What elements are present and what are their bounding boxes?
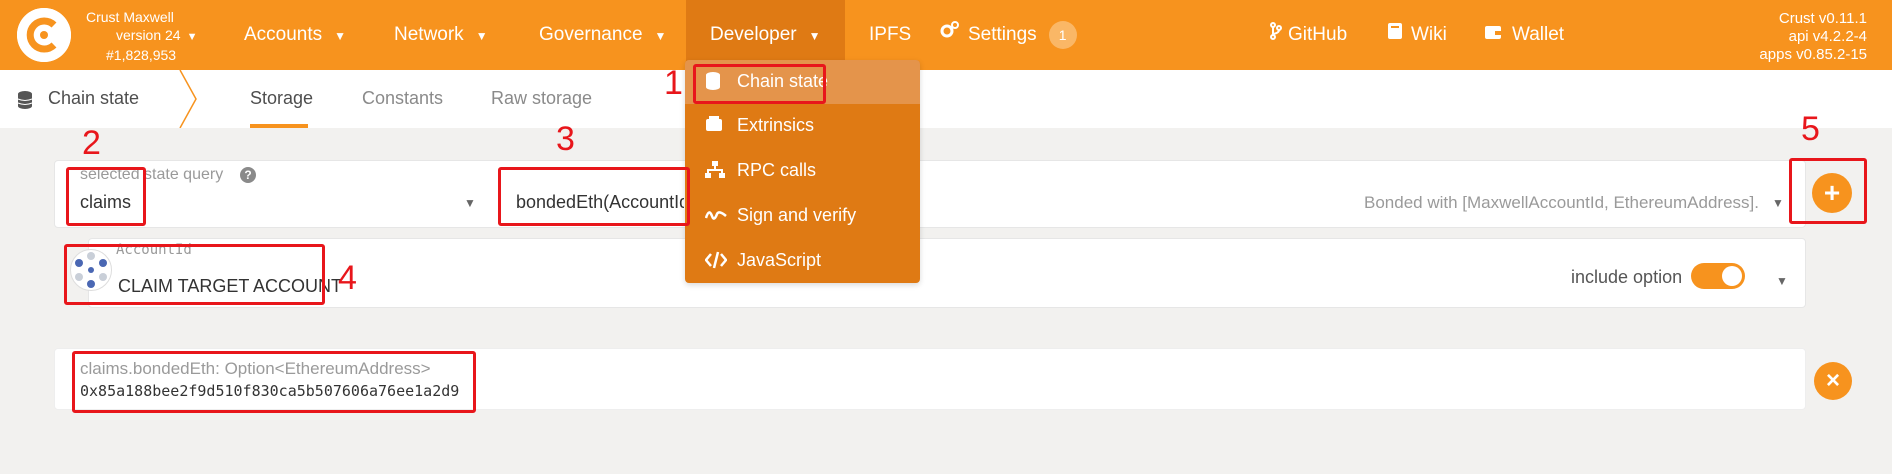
caret-down-icon: ▼: [475, 29, 488, 43]
nav-network-label: Network: [394, 24, 464, 45]
annotation-number-1: 1: [664, 64, 683, 102]
section-title: Chain state: [48, 88, 140, 108]
caret-down-icon[interactable]: ▼: [1776, 274, 1788, 288]
nav-governance[interactable]: Governance ▼: [539, 0, 666, 70]
gears-icon: [940, 0, 960, 70]
code-branch-icon: [1270, 0, 1282, 70]
nav-github[interactable]: GitHub: [1270, 0, 1347, 70]
nav-github-label: GitHub: [1288, 24, 1348, 46]
menu-item-label: JavaScript: [737, 250, 822, 270]
menu-item-extrinsics[interactable]: Extrinsics: [685, 104, 920, 148]
nav-settings[interactable]: Settings 1: [940, 0, 1077, 70]
code-icon: [704, 251, 728, 271]
annotation-box-1: [693, 64, 826, 104]
version-info: Crust v0.11.1 api v4.2.2-4 apps v0.85.2-…: [1759, 10, 1867, 64]
tab-constants[interactable]: Constants: [362, 88, 443, 109]
network-icon: [705, 161, 725, 181]
nav-wallet[interactable]: Wallet: [1484, 0, 1564, 70]
nav-wiki-label: Wiki: [1411, 24, 1447, 46]
annotation-number-5: 5: [1801, 110, 1820, 148]
nav-developer-label: Developer: [710, 24, 797, 45]
crust-logo[interactable]: [17, 8, 71, 62]
tab-raw-storage[interactable]: Raw storage: [491, 88, 592, 109]
caret-down-icon: ▼: [808, 29, 821, 43]
api-version: api v4.2.2-4: [1788, 28, 1867, 45]
annotation-box-result: [72, 351, 476, 413]
caret-down-icon: ▼: [464, 196, 476, 210]
include-option-toggle[interactable]: [1691, 263, 1745, 289]
nav-wallet-label: Wallet: [1512, 24, 1565, 46]
menu-item-javascript[interactable]: JavaScript: [685, 239, 920, 283]
top-navigation-bar: Crust Maxwell version 24 ▼ #1,828,953 Acc…: [0, 0, 1892, 70]
caret-down-icon: ▼: [1772, 196, 1784, 210]
nav-accounts-label: Accounts: [244, 24, 323, 45]
sub-navigation: Chain state Storage Constants Raw storag…: [0, 69, 1892, 129]
annotation-number-3: 3: [556, 120, 575, 158]
breadcrumb-chevron: [178, 69, 200, 133]
annotation-number-4: 4: [338, 259, 357, 297]
toggle-knob: [1722, 266, 1742, 286]
menu-item-label: Extrinsics: [737, 115, 815, 135]
menu-item-rpc-calls[interactable]: RPC calls: [685, 149, 920, 193]
menu-item-sign-and-verify[interactable]: Sign and verify: [685, 194, 920, 238]
annotation-box-5: [1789, 158, 1867, 224]
database-icon: [17, 91, 33, 114]
menu-item-label: Sign and verify: [737, 205, 857, 225]
caret-down-icon: ▼: [186, 31, 198, 43]
book-icon: [1387, 0, 1403, 70]
active-tab-indicator: [250, 124, 308, 128]
signature-icon: [704, 206, 727, 226]
nav-settings-label: Settings: [968, 24, 1037, 46]
method-description: Bonded with [MaxwellAccountId, EthereumA…: [1364, 193, 1759, 212]
menu-item-label: RPC calls: [737, 160, 817, 180]
nav-accounts[interactable]: Accounts ▼: [244, 0, 346, 70]
nav-governance-label: Governance: [539, 24, 643, 45]
remove-result-button[interactable]: ×: [1814, 362, 1852, 400]
envelope-icon: [705, 116, 725, 136]
chain-selector[interactable]: Crust Maxwell version 24 ▼ #1,828,953: [86, 8, 204, 64]
nav-wiki[interactable]: Wiki: [1387, 0, 1447, 70]
help-icon: ?: [240, 167, 256, 183]
annotation-box-2: [66, 167, 146, 226]
caret-down-icon: ▼: [334, 29, 347, 43]
annotation-number-2: 2: [82, 124, 101, 162]
settings-badge: 1: [1048, 21, 1077, 49]
annotation-box-3: [498, 167, 690, 226]
include-option-label: include option: [1571, 267, 1683, 287]
caret-down-icon: ▼: [654, 29, 667, 43]
nav-ipfs-label: IPFS: [869, 24, 912, 45]
wallet-icon: [1484, 0, 1502, 70]
block-number: #1,828,953: [106, 47, 177, 63]
nav-network[interactable]: Network ▼: [394, 0, 488, 70]
crust-version: Crust v0.11.1: [1778, 10, 1867, 27]
chain-version: version 24: [116, 27, 181, 43]
tab-storage[interactable]: Storage: [250, 88, 313, 109]
annotation-box-4: [64, 244, 325, 305]
apps-version: apps v0.85.2-15: [1759, 46, 1867, 63]
chain-name: Crust Maxwell: [86, 9, 174, 25]
